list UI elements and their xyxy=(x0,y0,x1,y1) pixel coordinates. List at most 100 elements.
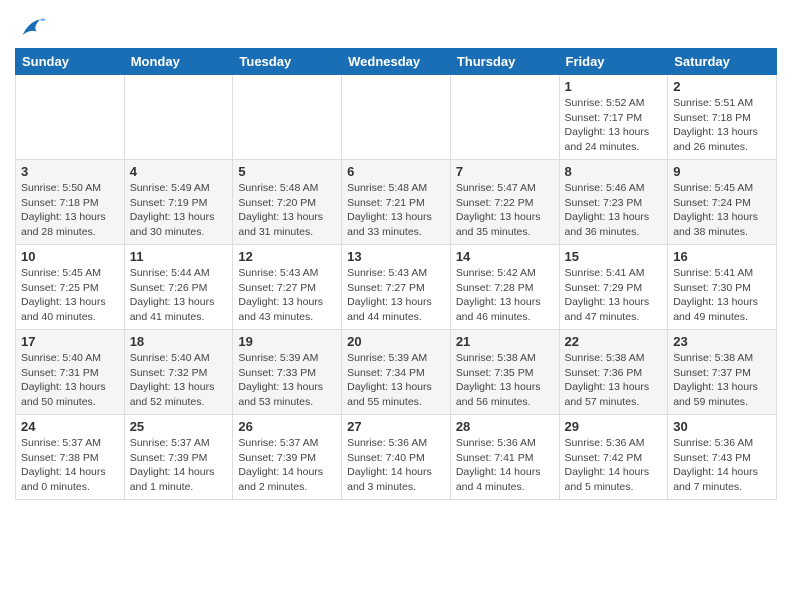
day-info: Sunrise: 5:36 AM Sunset: 7:43 PM Dayligh… xyxy=(673,436,771,495)
calendar-cell xyxy=(124,75,233,160)
day-number: 22 xyxy=(565,334,663,349)
calendar-cell: 3 Sunrise: 5:50 AM Sunset: 7:18 PM Daylig… xyxy=(16,160,125,245)
calendar-cell xyxy=(342,75,451,160)
day-info: Sunrise: 5:38 AM Sunset: 7:35 PM Dayligh… xyxy=(456,351,554,410)
calendar-cell: 21Sunrise: 5:38 AM Sunset: 7:35 PM Dayli… xyxy=(450,330,559,415)
day-info: Sunrise: 5:39 AM Sunset: 7:33 PM Dayligh… xyxy=(238,351,336,410)
calendar-cell: 16 Sunrise: 5:41 AM Sunset: 7:30 PM Dayli… xyxy=(668,245,777,330)
calendar-cell: 15 Sunrise: 5:41 AM Sunset: 7:29 PM Dayli… xyxy=(559,245,668,330)
day-number: 26 xyxy=(238,419,336,434)
day-info: Sunrise: 5:36 AM Sunset: 7:41 PM Dayligh… xyxy=(456,436,554,495)
day-info: Sunrise: 5:43 AM Sunset: 7:27 PM Dayligh… xyxy=(238,266,336,325)
logo-bird-icon xyxy=(19,14,47,42)
day-number: 30 xyxy=(673,419,771,434)
day-number: 28 xyxy=(456,419,554,434)
day-info: Sunrise: 5:37 AM Sunset: 7:39 PM Dayligh… xyxy=(238,436,336,495)
day-info: Sunrise: 5:49 AM Sunset: 7:19 PM Dayligh… xyxy=(130,181,228,240)
header xyxy=(15,10,777,42)
calendar-cell: 1 Sunrise: 5:52 AM Sunset: 7:17 PM Daylig… xyxy=(559,75,668,160)
calendar-cell: 6Sunrise: 5:48 AM Sunset: 7:21 PM Daylig… xyxy=(342,160,451,245)
calendar-cell: 5 Sunrise: 5:48 AM Sunset: 7:20 PM Daylig… xyxy=(233,160,342,245)
day-number: 4 xyxy=(130,164,228,179)
calendar-header-monday: Monday xyxy=(124,49,233,75)
calendar-cell: 25 Sunrise: 5:37 AM Sunset: 7:39 PM Dayli… xyxy=(124,415,233,500)
calendar-week-row: 10 Sunrise: 5:45 AM Sunset: 7:25 PM Dayli… xyxy=(16,245,777,330)
day-info: Sunrise: 5:41 AM Sunset: 7:30 PM Dayligh… xyxy=(673,266,771,325)
day-info: Sunrise: 5:40 AM Sunset: 7:32 PM Dayligh… xyxy=(130,351,228,410)
day-number: 27 xyxy=(347,419,445,434)
calendar-week-row: 24 Sunrise: 5:37 AM Sunset: 7:38 PM Dayli… xyxy=(16,415,777,500)
calendar-cell: 7Sunrise: 5:47 AM Sunset: 7:22 PM Daylig… xyxy=(450,160,559,245)
calendar-cell: 17 Sunrise: 5:40 AM Sunset: 7:31 PM Dayli… xyxy=(16,330,125,415)
calendar-header-wednesday: Wednesday xyxy=(342,49,451,75)
day-number: 15 xyxy=(565,249,663,264)
day-number: 11 xyxy=(130,249,228,264)
calendar-week-row: 1 Sunrise: 5:52 AM Sunset: 7:17 PM Daylig… xyxy=(16,75,777,160)
calendar-week-row: 3 Sunrise: 5:50 AM Sunset: 7:18 PM Daylig… xyxy=(16,160,777,245)
day-number: 19 xyxy=(238,334,336,349)
day-info: Sunrise: 5:41 AM Sunset: 7:29 PM Dayligh… xyxy=(565,266,663,325)
day-info: Sunrise: 5:43 AM Sunset: 7:27 PM Dayligh… xyxy=(347,266,445,325)
calendar-header-saturday: Saturday xyxy=(668,49,777,75)
day-info: Sunrise: 5:44 AM Sunset: 7:26 PM Dayligh… xyxy=(130,266,228,325)
day-number: 2 xyxy=(673,79,771,94)
day-number: 12 xyxy=(238,249,336,264)
calendar-week-row: 17 Sunrise: 5:40 AM Sunset: 7:31 PM Dayli… xyxy=(16,330,777,415)
day-number: 18 xyxy=(130,334,228,349)
calendar-cell: 18 Sunrise: 5:40 AM Sunset: 7:32 PM Dayli… xyxy=(124,330,233,415)
day-number: 24 xyxy=(21,419,119,434)
calendar-cell: 14Sunrise: 5:42 AM Sunset: 7:28 PM Dayli… xyxy=(450,245,559,330)
calendar-header-friday: Friday xyxy=(559,49,668,75)
day-info: Sunrise: 5:45 AM Sunset: 7:25 PM Dayligh… xyxy=(21,266,119,325)
calendar-cell xyxy=(16,75,125,160)
day-info: Sunrise: 5:51 AM Sunset: 7:18 PM Dayligh… xyxy=(673,96,771,155)
calendar-header-row: SundayMondayTuesdayWednesdayThursdayFrid… xyxy=(16,49,777,75)
calendar-cell: 2 Sunrise: 5:51 AM Sunset: 7:18 PM Daylig… xyxy=(668,75,777,160)
day-info: Sunrise: 5:37 AM Sunset: 7:39 PM Dayligh… xyxy=(130,436,228,495)
calendar-cell: 29 Sunrise: 5:36 AM Sunset: 7:42 PM Dayli… xyxy=(559,415,668,500)
calendar-cell: 23 Sunrise: 5:38 AM Sunset: 7:37 PM Dayli… xyxy=(668,330,777,415)
calendar-cell: 24 Sunrise: 5:37 AM Sunset: 7:38 PM Dayli… xyxy=(16,415,125,500)
calendar-table: SundayMondayTuesdayWednesdayThursdayFrid… xyxy=(15,48,777,500)
calendar-cell: 28 Sunrise: 5:36 AM Sunset: 7:41 PM Dayli… xyxy=(450,415,559,500)
calendar-cell: 27Sunrise: 5:36 AM Sunset: 7:40 PM Dayli… xyxy=(342,415,451,500)
day-number: 7 xyxy=(456,164,554,179)
day-number: 17 xyxy=(21,334,119,349)
calendar-cell xyxy=(233,75,342,160)
day-number: 5 xyxy=(238,164,336,179)
day-number: 29 xyxy=(565,419,663,434)
day-info: Sunrise: 5:52 AM Sunset: 7:17 PM Dayligh… xyxy=(565,96,663,155)
day-info: Sunrise: 5:37 AM Sunset: 7:38 PM Dayligh… xyxy=(21,436,119,495)
day-info: Sunrise: 5:36 AM Sunset: 7:42 PM Dayligh… xyxy=(565,436,663,495)
day-info: Sunrise: 5:46 AM Sunset: 7:23 PM Dayligh… xyxy=(565,181,663,240)
day-number: 23 xyxy=(673,334,771,349)
day-number: 8 xyxy=(565,164,663,179)
day-number: 1 xyxy=(565,79,663,94)
day-number: 16 xyxy=(673,249,771,264)
day-info: Sunrise: 5:45 AM Sunset: 7:24 PM Dayligh… xyxy=(673,181,771,240)
day-number: 9 xyxy=(673,164,771,179)
day-info: Sunrise: 5:39 AM Sunset: 7:34 PM Dayligh… xyxy=(347,351,445,410)
calendar-cell xyxy=(450,75,559,160)
calendar-cell: 13 Sunrise: 5:43 AM Sunset: 7:27 PM Dayli… xyxy=(342,245,451,330)
calendar-cell: 4 Sunrise: 5:49 AM Sunset: 7:19 PM Daylig… xyxy=(124,160,233,245)
day-number: 3 xyxy=(21,164,119,179)
calendar-cell: 19 Sunrise: 5:39 AM Sunset: 7:33 PM Dayli… xyxy=(233,330,342,415)
calendar-cell: 11 Sunrise: 5:44 AM Sunset: 7:26 PM Dayli… xyxy=(124,245,233,330)
day-info: Sunrise: 5:50 AM Sunset: 7:18 PM Dayligh… xyxy=(21,181,119,240)
day-info: Sunrise: 5:38 AM Sunset: 7:36 PM Dayligh… xyxy=(565,351,663,410)
calendar-cell: 9 Sunrise: 5:45 AM Sunset: 7:24 PM Daylig… xyxy=(668,160,777,245)
calendar-cell: 22 Sunrise: 5:38 AM Sunset: 7:36 PM Dayli… xyxy=(559,330,668,415)
day-info: Sunrise: 5:48 AM Sunset: 7:20 PM Dayligh… xyxy=(238,181,336,240)
day-number: 14 xyxy=(456,249,554,264)
day-info: Sunrise: 5:38 AM Sunset: 7:37 PM Dayligh… xyxy=(673,351,771,410)
logo xyxy=(15,14,47,42)
day-number: 13 xyxy=(347,249,445,264)
day-info: Sunrise: 5:48 AM Sunset: 7:21 PM Dayligh… xyxy=(347,181,445,240)
day-info: Sunrise: 5:40 AM Sunset: 7:31 PM Dayligh… xyxy=(21,351,119,410)
calendar-cell: 26 Sunrise: 5:37 AM Sunset: 7:39 PM Dayli… xyxy=(233,415,342,500)
day-number: 10 xyxy=(21,249,119,264)
calendar-cell: 10 Sunrise: 5:45 AM Sunset: 7:25 PM Dayli… xyxy=(16,245,125,330)
day-number: 25 xyxy=(130,419,228,434)
calendar-cell: 8 Sunrise: 5:46 AM Sunset: 7:23 PM Daylig… xyxy=(559,160,668,245)
